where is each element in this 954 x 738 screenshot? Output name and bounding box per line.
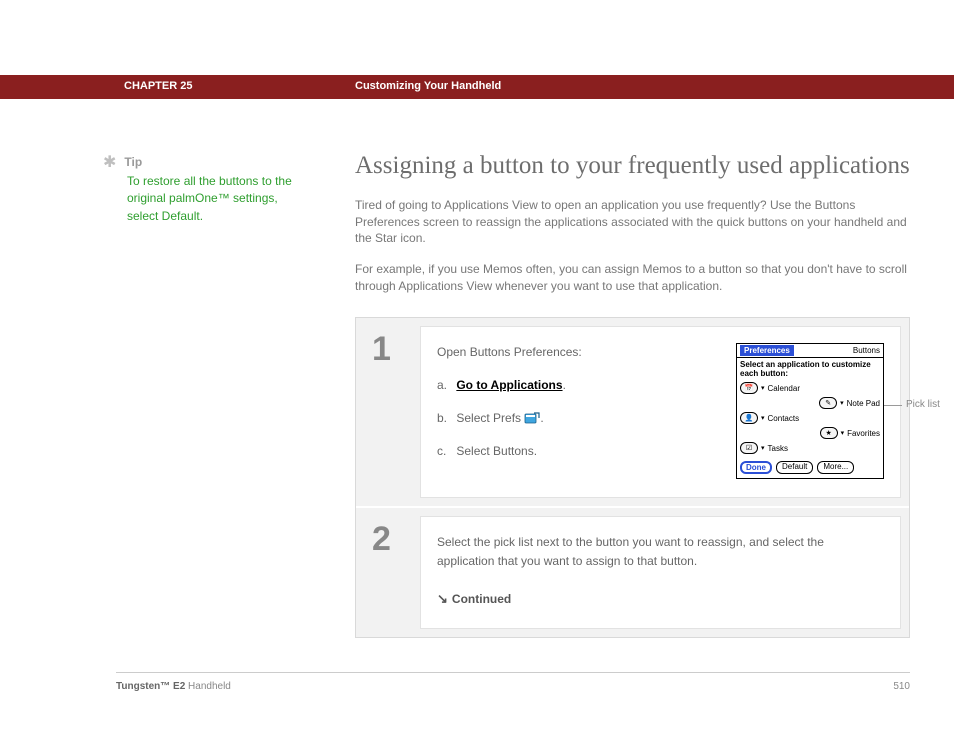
ss-corner: Buttons [853, 346, 880, 355]
ss-subtitle: Select an application to customize each … [737, 358, 883, 382]
chevron-down-icon: ▾ [761, 414, 765, 422]
prefs-icon [524, 411, 540, 425]
step-1: 1 Open Buttons Preferences: a. Go to App… [356, 318, 909, 506]
tip-body: To restore all the buttons to the origin… [127, 173, 303, 225]
step-1-lead: Open Buttons Preferences: [437, 343, 718, 362]
contacts-icon: 👤 [740, 412, 758, 424]
ss-row-contacts: 👤 ▾ Contacts [740, 412, 880, 424]
page-title: Assigning a button to your frequently us… [355, 149, 910, 183]
page-number: 510 [893, 681, 910, 692]
step-2: 2 Select the pick list next to the butto… [356, 506, 909, 637]
step-1a: a. Go to Applications. [437, 376, 718, 395]
arrow-down-right-icon: ↘ [437, 591, 448, 606]
ss-row-calendar: 📅 ▾ Calendar [740, 382, 880, 394]
page-footer: Tungsten™ E2 Handheld 510 [116, 672, 910, 692]
callout-label: Pick list [906, 399, 940, 410]
preferences-screenshot: Preferences Buttons Select an applicatio… [736, 343, 884, 479]
ss-done-button: Done [740, 461, 772, 474]
step-2-text: Select the pick list next to the button … [437, 533, 884, 571]
callout-line [884, 405, 902, 406]
notepad-icon: ✎ [819, 397, 837, 409]
step-number: 1 [356, 318, 420, 506]
calendar-icon: 📅 [740, 382, 758, 394]
chevron-down-icon: ▾ [761, 384, 765, 392]
ss-default-button: Default [776, 461, 813, 474]
ss-title: Preferences [740, 345, 794, 356]
step-1b: b. Select Prefs . [437, 409, 718, 428]
step-1c: c. Select Buttons. [437, 442, 718, 461]
ss-more-button: More... [817, 461, 854, 474]
steps-container: 1 Open Buttons Preferences: a. Go to App… [355, 317, 910, 639]
tip-label: Tip [124, 155, 142, 171]
star-icon: ★ [820, 427, 838, 439]
ss-row-notepad: ✎ ▾ Note Pad [740, 397, 880, 409]
tasks-icon: ☑ [740, 442, 758, 454]
step-number: 2 [356, 508, 420, 637]
asterisk-icon: ✱ [103, 155, 116, 171]
chapter-header: CHAPTER 25 Customizing Your Handheld [0, 75, 954, 99]
intro-para-2: For example, if you use Memos often, you… [355, 261, 910, 295]
product-name: Tungsten™ E2 Handheld [116, 681, 231, 692]
intro-para-1: Tired of going to Applications View to o… [355, 197, 910, 247]
main-content: Assigning a button to your frequently us… [355, 149, 910, 638]
chevron-down-icon: ▾ [761, 444, 765, 452]
chapter-title: Customizing Your Handheld [355, 80, 501, 92]
chevron-down-icon: ▾ [841, 429, 845, 437]
continued-indicator: ↘Continued [437, 589, 884, 610]
tip-sidebar: ✱ Tip To restore all the buttons to the … [103, 155, 303, 225]
ss-row-tasks: ☑ ▾ Tasks [740, 442, 880, 454]
chevron-down-icon: ▾ [840, 399, 844, 407]
go-to-applications-link[interactable]: Go to Applications [456, 378, 562, 392]
ss-row-favorites: ★ ▾ Favorites [740, 427, 880, 439]
chapter-label: CHAPTER 25 [124, 80, 192, 92]
